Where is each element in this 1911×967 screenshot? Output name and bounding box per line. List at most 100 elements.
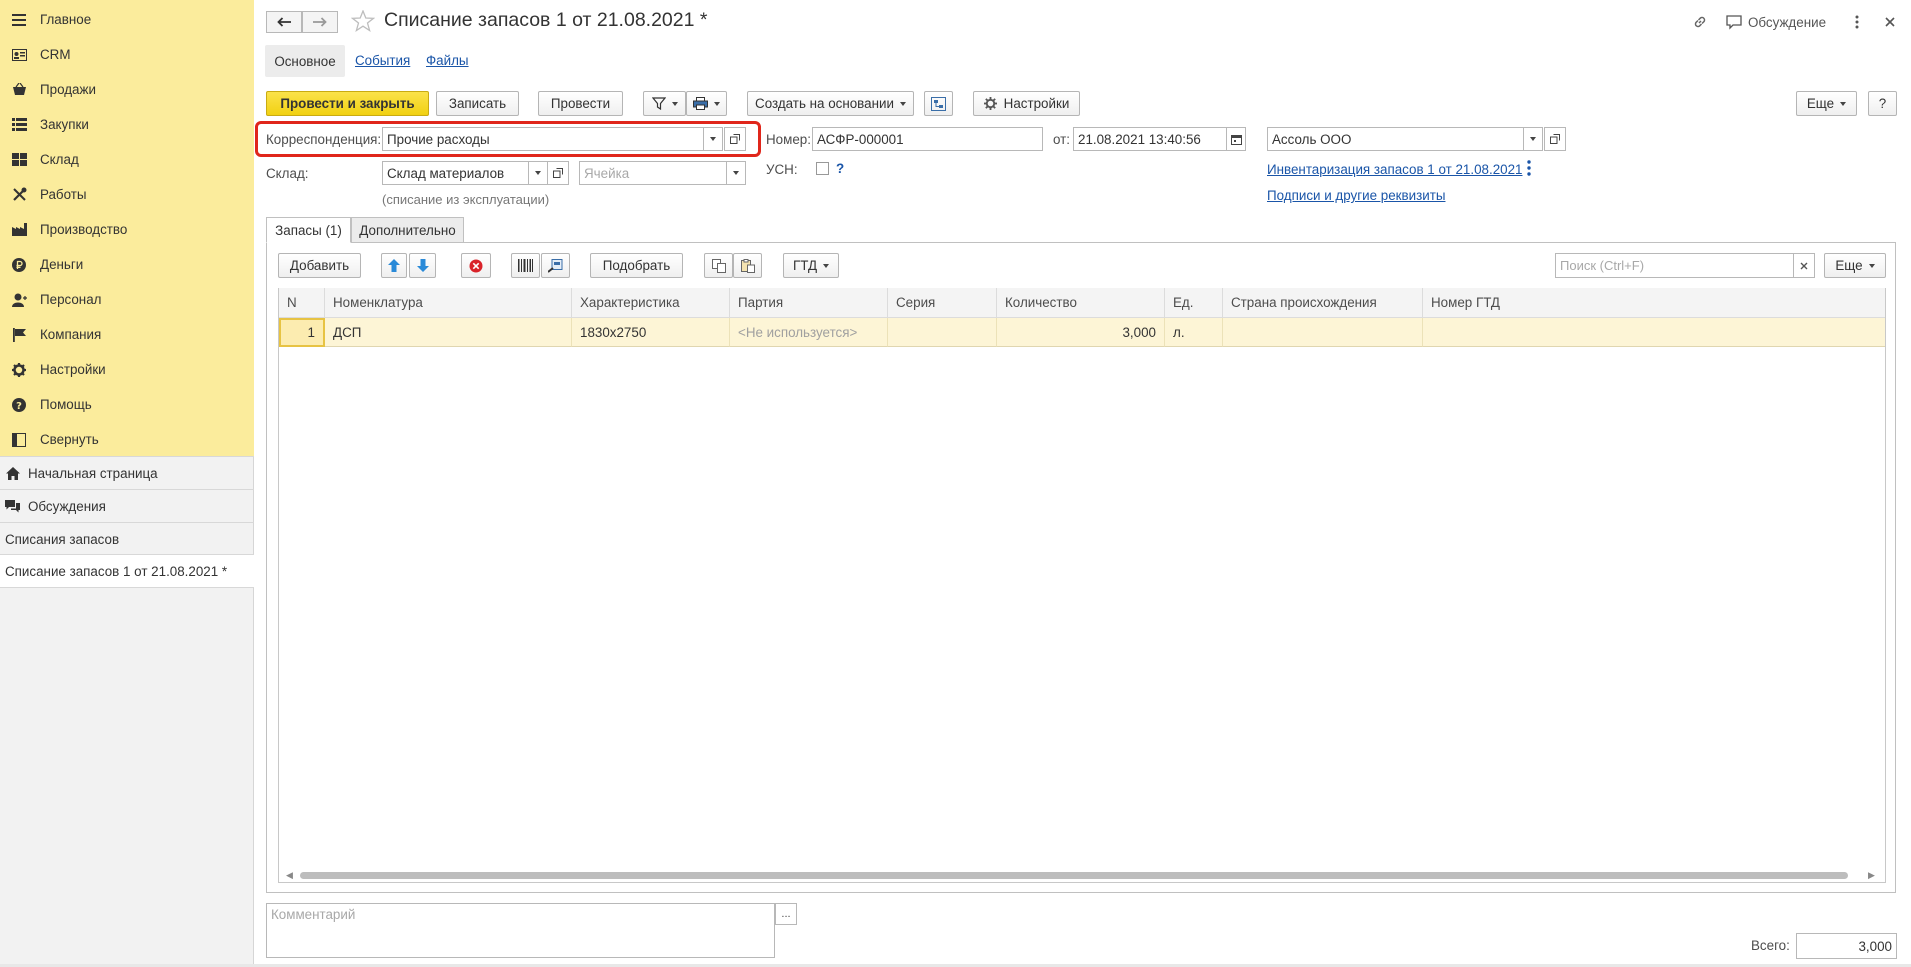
scroll-left-icon[interactable]: ◀ [286, 870, 293, 881]
paste-rows-button[interactable] [733, 253, 762, 278]
column-header-characteristic[interactable]: Характеристика [572, 288, 730, 318]
open-window-discussions[interactable]: Обсуждения [0, 490, 254, 522]
more-vertical-icon[interactable] [1855, 12, 1859, 32]
close-icon[interactable] [1885, 12, 1895, 32]
move-up-button[interactable] [381, 253, 407, 278]
date-field[interactable]: 21.08.2021 13:40:56 [1073, 127, 1227, 151]
arrow-up-icon [388, 259, 400, 272]
cell-unit[interactable]: л. [1165, 318, 1223, 347]
move-down-button[interactable] [409, 253, 436, 278]
correspondence-field[interactable]: Прочие расходы [382, 127, 704, 151]
nav-item-settings[interactable]: Настройки [0, 352, 254, 387]
help-button[interactable]: ? [1868, 91, 1897, 116]
structure-of-subordination-button[interactable] [924, 91, 953, 116]
cell-quantity[interactable]: 3,000 [997, 318, 1165, 347]
delete-row-button[interactable] [461, 253, 491, 278]
nav-item-collapse[interactable]: Свернуть [0, 422, 254, 457]
inventory-link[interactable]: Инвентаризация запасов 1 от 21.08.2021 [1267, 162, 1523, 177]
save-button[interactable]: Записать [436, 91, 519, 116]
copy-icon [711, 258, 726, 273]
number-field[interactable]: АСФР-000001 [812, 127, 1043, 151]
link-icon[interactable] [1692, 12, 1708, 32]
open-window-current-document[interactable]: Списание запасов 1 от 21.08.2021 * [0, 555, 254, 587]
discussion-button[interactable]: Обсуждение [1726, 12, 1826, 32]
calendar-icon [1230, 134, 1242, 145]
nav-item-crm[interactable]: CRM [0, 37, 254, 72]
nav-item-works[interactable]: Работы [0, 177, 254, 212]
column-header-nomenclature[interactable]: Номенклатура [325, 288, 572, 318]
company-dropdown-button[interactable] [1523, 127, 1543, 151]
nav-item-sales[interactable]: Продажи [0, 72, 254, 107]
nav-item-production[interactable]: Производство [0, 212, 254, 247]
cell-characteristic[interactable]: 1830x2750 [572, 318, 730, 347]
search-input[interactable]: Поиск (Ctrl+F) [1555, 253, 1794, 278]
cell-nomenclature[interactable]: ДСП [325, 318, 572, 347]
column-header-batch[interactable]: Партия [730, 288, 888, 318]
usn-checkbox[interactable] [816, 162, 829, 175]
post-button[interactable]: Провести [538, 91, 623, 116]
comment-edit-button[interactable]: ... [775, 903, 797, 925]
clear-search-button[interactable] [1793, 253, 1815, 278]
column-header-gtd-number[interactable]: Номер ГТД [1423, 288, 1885, 318]
forward-button[interactable] [302, 11, 338, 33]
create-based-on-button[interactable]: Создать на основании [747, 91, 914, 116]
cell-country[interactable] [1223, 318, 1423, 347]
barcode-button[interactable] [511, 253, 540, 278]
nav-item-staff[interactable]: Персонал [0, 282, 254, 317]
calendar-button[interactable] [1226, 127, 1246, 151]
post-and-close-button[interactable]: Провести и закрыть [266, 91, 429, 116]
pick-items-button[interactable]: Подобрать [590, 253, 683, 278]
cell-field[interactable]: Ячейка [579, 161, 727, 185]
sidebar: Главное CRM Продажи Закупки Склад Работы… [0, 0, 254, 967]
nav-item-purchases[interactable]: Закупки [0, 107, 254, 142]
cell-batch[interactable]: <Не используется> [730, 318, 888, 347]
column-header-country[interactable]: Страна происхождения [1223, 288, 1423, 318]
company-open-button[interactable] [1544, 127, 1566, 151]
cell-n[interactable]: 1 [279, 318, 325, 347]
tab-files[interactable]: Файлы [426, 53, 469, 68]
tab-additional[interactable]: Дополнительно [351, 217, 464, 243]
data-collection-terminal-button[interactable] [541, 253, 570, 278]
nav-item-warehouse[interactable]: Склад [0, 142, 254, 177]
nav-item-company[interactable]: Компания [0, 317, 254, 352]
comment-field[interactable]: Комментарий [266, 903, 775, 958]
add-row-button[interactable]: Добавить [278, 253, 361, 278]
filter-dropdown-button[interactable] [643, 91, 686, 116]
warehouse-field[interactable]: Склад материалов [382, 161, 529, 185]
stocks-table[interactable] [278, 288, 1886, 883]
column-header-n[interactable]: N [279, 288, 325, 318]
company-field[interactable]: Ассоль ООО [1267, 127, 1524, 151]
correspondence-open-button[interactable] [724, 127, 746, 151]
discussion-label: Обсуждение [1748, 14, 1827, 30]
cell-dropdown-button[interactable] [726, 161, 746, 185]
nav-item-help[interactable]: ? Помощь [0, 387, 254, 422]
signatures-link[interactable]: Подписи и другие реквизиты [1267, 188, 1445, 203]
print-dropdown-button[interactable] [686, 91, 727, 116]
tab-main[interactable]: Основное [265, 45, 345, 77]
cell-series[interactable] [888, 318, 997, 347]
column-header-unit[interactable]: Ед. [1165, 288, 1223, 318]
usn-help-link[interactable]: ? [836, 161, 844, 176]
cell-gtd-number[interactable] [1423, 318, 1885, 347]
open-window-home[interactable]: Начальная страница [0, 457, 254, 489]
settings-button[interactable]: Настройки [973, 91, 1080, 116]
back-button[interactable] [266, 11, 302, 33]
warehouse-dropdown-button[interactable] [528, 161, 548, 185]
favorite-star-icon[interactable] [350, 9, 376, 35]
nav-item-money[interactable]: Деньги [0, 247, 254, 282]
column-header-series[interactable]: Серия [888, 288, 997, 318]
open-window-stock-writeoffs[interactable]: Списания запасов [0, 523, 254, 555]
table-more-button[interactable]: Еще [1824, 253, 1886, 278]
more-button[interactable]: Еще [1796, 91, 1857, 116]
more-vertical-icon[interactable] [1527, 160, 1531, 179]
correspondence-dropdown-button[interactable] [703, 127, 723, 151]
column-header-quantity[interactable]: Количество [997, 288, 1165, 318]
gtd-dropdown-button[interactable]: ГТД [783, 253, 839, 278]
tab-events[interactable]: События [355, 53, 410, 68]
warehouse-open-button[interactable] [547, 161, 569, 185]
copy-rows-button[interactable] [704, 253, 733, 278]
horizontal-scrollbar[interactable] [300, 872, 1848, 879]
scroll-right-icon[interactable]: ▶ [1868, 870, 1875, 881]
nav-item-main[interactable]: Главное [0, 2, 254, 37]
tab-stocks[interactable]: Запасы (1) [266, 217, 351, 243]
